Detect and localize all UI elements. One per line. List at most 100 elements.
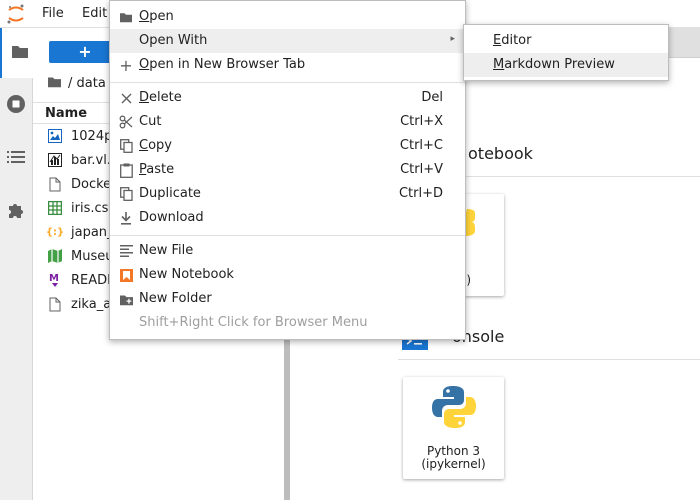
menu-item-new-folder[interactable]: New Folder bbox=[110, 287, 465, 311]
menu-item-delete[interactable]: Delete Del bbox=[110, 86, 465, 110]
label-part: arkdown Preview bbox=[504, 57, 615, 72]
puzzle-icon bbox=[6, 200, 26, 224]
menu-item-label: Open in New Browser Tab bbox=[139, 57, 305, 72]
notebook-icon bbox=[118, 267, 134, 283]
menu-item-label: Markdown Preview bbox=[493, 57, 615, 72]
folder-icon[interactable] bbox=[47, 75, 62, 92]
json-icon: {:} bbox=[45, 226, 65, 238]
spreadsheet-icon bbox=[47, 200, 63, 216]
mnemonic: O bbox=[139, 57, 150, 72]
menu-item-label: Open bbox=[139, 9, 174, 24]
mnemonic: M bbox=[493, 57, 505, 72]
download-icon bbox=[118, 210, 134, 226]
shortcut-label: Del bbox=[421, 90, 443, 105]
menu-item-download[interactable]: Download bbox=[110, 206, 465, 230]
menu-item-label: Editor bbox=[493, 33, 531, 48]
breadcrumb: / data bbox=[47, 75, 106, 92]
menu-item-label: Shift+Right Click for Browser Menu bbox=[139, 315, 368, 330]
shortcut-label: Ctrl+X bbox=[400, 114, 443, 129]
submenu-item-markdown-preview[interactable]: Markdown Preview bbox=[464, 53, 668, 77]
label-part: aste bbox=[146, 162, 175, 177]
console-python3-card[interactable]: Python 3 (ipykernel) bbox=[403, 377, 504, 479]
markdown-icon: M bbox=[47, 272, 63, 288]
menu-separator bbox=[110, 235, 465, 236]
list-icon bbox=[7, 150, 25, 168]
stop-circle-icon bbox=[6, 94, 26, 118]
column-name-header[interactable]: Name bbox=[45, 106, 87, 121]
menu-item-label: Delete bbox=[139, 90, 182, 105]
mnemonic: O bbox=[139, 9, 150, 24]
close-icon bbox=[118, 90, 134, 106]
file-browser-tab[interactable] bbox=[0, 28, 33, 78]
paste-icon bbox=[118, 162, 134, 178]
menu-item-label: New Notebook bbox=[139, 267, 234, 282]
label-part: elete bbox=[149, 90, 182, 105]
folder-icon bbox=[118, 9, 134, 25]
menu-item-cut[interactable]: Cut Ctrl+X bbox=[110, 110, 465, 134]
mnemonic: E bbox=[493, 33, 502, 48]
chevron-right-icon: ▸ bbox=[450, 34, 455, 44]
mnemonic: D bbox=[139, 90, 150, 105]
shortcut-label: Ctrl+V bbox=[400, 162, 443, 177]
menu-item-label: New Folder bbox=[139, 291, 212, 306]
shortcut-label: Ctrl+C bbox=[399, 138, 443, 153]
activity-bar bbox=[0, 28, 33, 500]
copy-icon bbox=[118, 138, 134, 154]
menu-item-duplicate[interactable]: Duplicate Ctrl+D bbox=[110, 182, 465, 206]
menu-file[interactable]: File bbox=[42, 6, 64, 21]
menu-item-label: Cut bbox=[139, 114, 162, 129]
text-file-icon bbox=[118, 243, 134, 259]
menu-item-copy[interactable]: Copy Ctrl+C bbox=[110, 134, 465, 158]
card-kernel-type: (ipykernel) bbox=[421, 457, 486, 471]
file-icon bbox=[47, 176, 63, 192]
running-sessions-tab[interactable] bbox=[4, 94, 28, 118]
menu-item-label: Copy bbox=[139, 138, 172, 153]
submenu-item-editor[interactable]: Editor bbox=[464, 29, 668, 53]
breadcrumb-path[interactable]: / data bbox=[68, 76, 106, 91]
duplicate-icon bbox=[118, 186, 134, 202]
menu-item-open-with[interactable]: Open With ▸ bbox=[110, 29, 465, 53]
map-icon bbox=[47, 248, 63, 264]
label-part: pen bbox=[149, 9, 174, 24]
file-name: Museu bbox=[71, 248, 114, 264]
menu-item-label: New File bbox=[139, 243, 194, 258]
folder-icon bbox=[11, 43, 29, 63]
menu-item-open-new-tab[interactable]: + Open in New Browser Tab bbox=[110, 53, 465, 77]
file-name: japan_ bbox=[71, 224, 114, 240]
menu-separator bbox=[110, 82, 465, 83]
svg-text:M: M bbox=[49, 273, 59, 284]
notebook-section-title: otebook bbox=[468, 144, 533, 163]
menu-item-label: Duplicate bbox=[139, 186, 201, 201]
menu-item-open[interactable]: Open bbox=[110, 5, 465, 29]
scissors-icon bbox=[118, 114, 134, 130]
jupyter-logo-icon bbox=[4, 2, 28, 26]
menu-item-label: Open With bbox=[139, 33, 208, 48]
menu-item-label: Download bbox=[139, 210, 204, 225]
table-of-contents-tab[interactable] bbox=[4, 147, 28, 171]
file-name: Docke bbox=[71, 176, 112, 192]
python-logo-icon bbox=[431, 384, 477, 434]
file-name: zika_a bbox=[71, 296, 112, 312]
context-menu: Open Open With ▸ + Open in New Browser T… bbox=[109, 0, 466, 340]
menu-item-label: Paste bbox=[139, 162, 174, 177]
label-part: pen in New Browser Tab bbox=[149, 57, 306, 72]
shortcut-label: Ctrl+D bbox=[398, 186, 443, 201]
menu-item-new-notebook[interactable]: New Notebook bbox=[110, 263, 465, 287]
label-part: ditor bbox=[501, 33, 532, 48]
menu-item-paste[interactable]: Paste Ctrl+V bbox=[110, 158, 465, 182]
menu-edit[interactable]: Edit bbox=[82, 6, 107, 21]
open-with-submenu: Editor Markdown Preview bbox=[463, 24, 669, 81]
mnemonic: C bbox=[139, 138, 149, 153]
add-icon: + bbox=[119, 55, 133, 75]
file-name: 1024p bbox=[71, 128, 113, 144]
file-name: bar.vl. bbox=[71, 152, 111, 168]
file-icon bbox=[47, 296, 63, 312]
menu-item-new-file[interactable]: New File bbox=[110, 239, 465, 263]
menu-item-browser-menu-hint: Shift+Right Click for Browser Menu bbox=[110, 311, 465, 335]
new-folder-icon bbox=[118, 291, 134, 307]
vega-chart-icon bbox=[47, 152, 63, 168]
image-icon bbox=[47, 128, 63, 144]
label-part: opy bbox=[148, 138, 172, 153]
section-divider bbox=[398, 359, 700, 360]
extension-manager-tab[interactable] bbox=[4, 200, 28, 224]
